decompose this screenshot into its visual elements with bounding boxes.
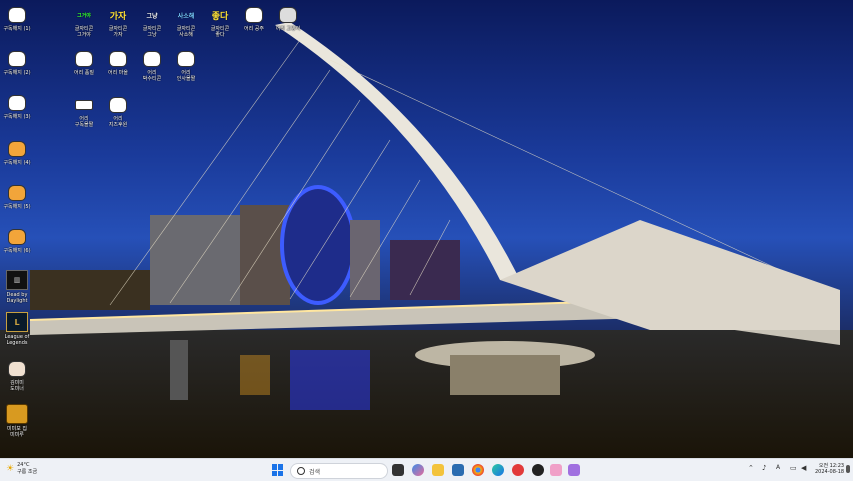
desktop-icon-label: 구독해지 (2) — [3, 70, 31, 76]
app-icon[interactable] — [550, 464, 562, 476]
desktop-icon-label: League of Legends — [4, 334, 30, 346]
desktop-icon-label: 구독해지 (3) — [3, 114, 31, 120]
weather-widget[interactable]: ☀ 24°C 구름 조금 — [6, 462, 37, 475]
desktop-icon-label: 어리 공주 — [244, 26, 264, 32]
word-emoticon-icon: 좋다 — [211, 11, 229, 22]
desktop-icon[interactable]: 어리 인사몰짤 — [169, 50, 203, 82]
cat-icon — [278, 6, 298, 24]
edge-icon[interactable] — [492, 464, 504, 476]
cat-icon — [7, 50, 27, 68]
weather-desc: 구름 조금 — [17, 469, 38, 475]
cat-icon — [176, 50, 196, 68]
desktop-icon[interactable]: 어리 품질 — [67, 50, 101, 76]
word-emoticon-icon: 가자 — [109, 11, 127, 22]
desktop-icon[interactable]: 사소해 글자티콘 사소해 — [169, 6, 203, 39]
cat-icon — [244, 6, 264, 24]
desktop-icon[interactable]: 구독해지 (2) — [0, 50, 34, 76]
league-of-legends-icon: L — [6, 312, 28, 332]
desktop-icon-label: 구독해지 (5) — [3, 204, 31, 210]
clock[interactable]: 오전 12:23 2024-08-18 — [815, 462, 844, 475]
desktop-icon-label: 어리 고양이 — [275, 26, 301, 32]
desktop-icon-label: 어리 마을 — [108, 70, 128, 76]
cat-icon — [7, 228, 27, 246]
windows-logo-icon — [272, 464, 277, 470]
desktop-icon[interactable]: 어리 지즈후원 — [101, 96, 135, 128]
desktop-icon[interactable]: 미미보 집 미미루 — [0, 404, 34, 438]
kakaotalk-icon[interactable] — [532, 464, 544, 476]
desktop-icon[interactable]: 가자 글자티콘 가자 — [101, 6, 135, 39]
desktop-icon[interactable]: 구독해지 (3) — [0, 94, 34, 120]
desktop-icon[interactable]: 구독해지 (5) — [0, 184, 34, 210]
chrome-icon[interactable] — [472, 464, 484, 476]
app-icon[interactable] — [568, 464, 580, 476]
desktop-icon[interactable]: 그거야 글자티콘 그거야 — [67, 6, 101, 39]
chevron-up-icon[interactable]: ⌃ — [748, 464, 754, 472]
cat-icon — [108, 96, 128, 114]
weather-icon: ☀ — [6, 463, 15, 474]
desktop-icon-label: 어리 구독몰짤 — [74, 116, 94, 128]
desktop-icon-label: 구독해지 (1) — [3, 26, 31, 32]
desktop-icon-label: 구독해지 (6) — [3, 248, 31, 254]
desktop-icon-label: 글자티콘 좋다 — [210, 26, 230, 38]
desktop-icon-label: 구독해지 (4) — [3, 160, 31, 166]
character-icon — [7, 360, 27, 378]
desktop-icon-label: 글자티콘 그거야 — [74, 26, 94, 38]
store-icon[interactable] — [452, 464, 464, 476]
cat-icon — [7, 6, 27, 24]
desktop-icon-label: 글자티콘 사소해 — [176, 26, 196, 38]
network-icon[interactable]: ▭ — [790, 464, 797, 472]
notification-bell-icon[interactable] — [846, 465, 850, 473]
desktop-icon[interactable]: L League of Legends — [0, 312, 34, 346]
language-icon[interactable]: A — [776, 464, 780, 471]
cat-icon — [142, 50, 162, 68]
app-icon[interactable] — [512, 464, 524, 476]
task-view-icon[interactable] — [392, 464, 404, 476]
desktop-icon[interactable]: 어리 고양이 — [271, 6, 305, 32]
cat-icon — [108, 50, 128, 68]
desktop-icon[interactable]: 어리 마을 — [101, 50, 135, 76]
clock-time: 오전 12:23 — [818, 463, 845, 469]
start-button[interactable] — [272, 464, 284, 476]
desktop-icon-label: 미미보 집 미미루 — [7, 426, 27, 438]
microphone-icon[interactable]: ♪ — [762, 464, 766, 472]
copilot-icon[interactable] — [412, 464, 424, 476]
desktop-icon[interactable]: 어리 구독몰짤 — [67, 96, 101, 128]
search-placeholder: 검색 — [309, 468, 321, 476]
dead-by-daylight-icon: ▥ — [6, 270, 28, 290]
desktop-icon[interactable]: 구독해지 (1) — [0, 6, 34, 32]
desktop-icon[interactable]: ▥ Dead by Daylight — [0, 270, 34, 304]
search-input[interactable]: 검색 — [290, 463, 388, 479]
desktop-icon-label: Dead by Daylight — [6, 292, 28, 304]
desktop-icon-label: 어리 지즈후원 — [108, 116, 128, 128]
desktop-icon-label: 글자티콘 가자 — [108, 26, 128, 38]
desktop-icon[interactable]: 그냥 글자티콘 그냥 — [135, 6, 169, 39]
desktop-icon-label: 어리 인사몰짤 — [176, 70, 196, 82]
desktop-icon-label: 어리 박수티콘 — [142, 70, 162, 82]
desktop-icon[interactable]: 구독해지 (4) — [0, 140, 34, 166]
word-emoticon-icon: 그냥 — [146, 12, 158, 20]
treasure-icon — [6, 404, 28, 424]
desktop-icon[interactable]: 구독해지 (6) — [0, 228, 34, 254]
cat-icon — [7, 94, 27, 112]
word-emoticon-icon: 사소해 — [177, 12, 195, 20]
file-explorer-icon[interactable] — [432, 464, 444, 476]
desktop-icon[interactable]: 김미미 도미너 — [0, 360, 34, 392]
desktop-icon[interactable]: 좋다 글자티콘 좋다 — [203, 6, 237, 39]
cat-icon — [7, 184, 27, 202]
word-emoticon-icon: 그거야 — [77, 12, 91, 19]
desktop-icon-label: 김미미 도미너 — [10, 380, 24, 392]
search-icon — [297, 467, 305, 475]
taskbar: ☀ 24°C 구름 조금 검색 ⌃ ♪ A ▭ ◀ 오전 12:23 2024-… — [0, 458, 853, 481]
desktop-icon[interactable]: 어리 공주 — [237, 6, 271, 32]
cat-icon — [74, 50, 94, 68]
volume-icon[interactable]: ◀ — [801, 464, 806, 472]
cat-icon — [74, 96, 94, 114]
desktop-icon-label: 글자티콘 그냥 — [142, 26, 162, 38]
clock-date: 2024-08-18 — [815, 469, 845, 475]
desktop-icon[interactable]: 어리 박수티콘 — [135, 50, 169, 82]
desktop-icon-label: 어리 품질 — [74, 70, 94, 76]
cat-icon — [7, 140, 27, 158]
